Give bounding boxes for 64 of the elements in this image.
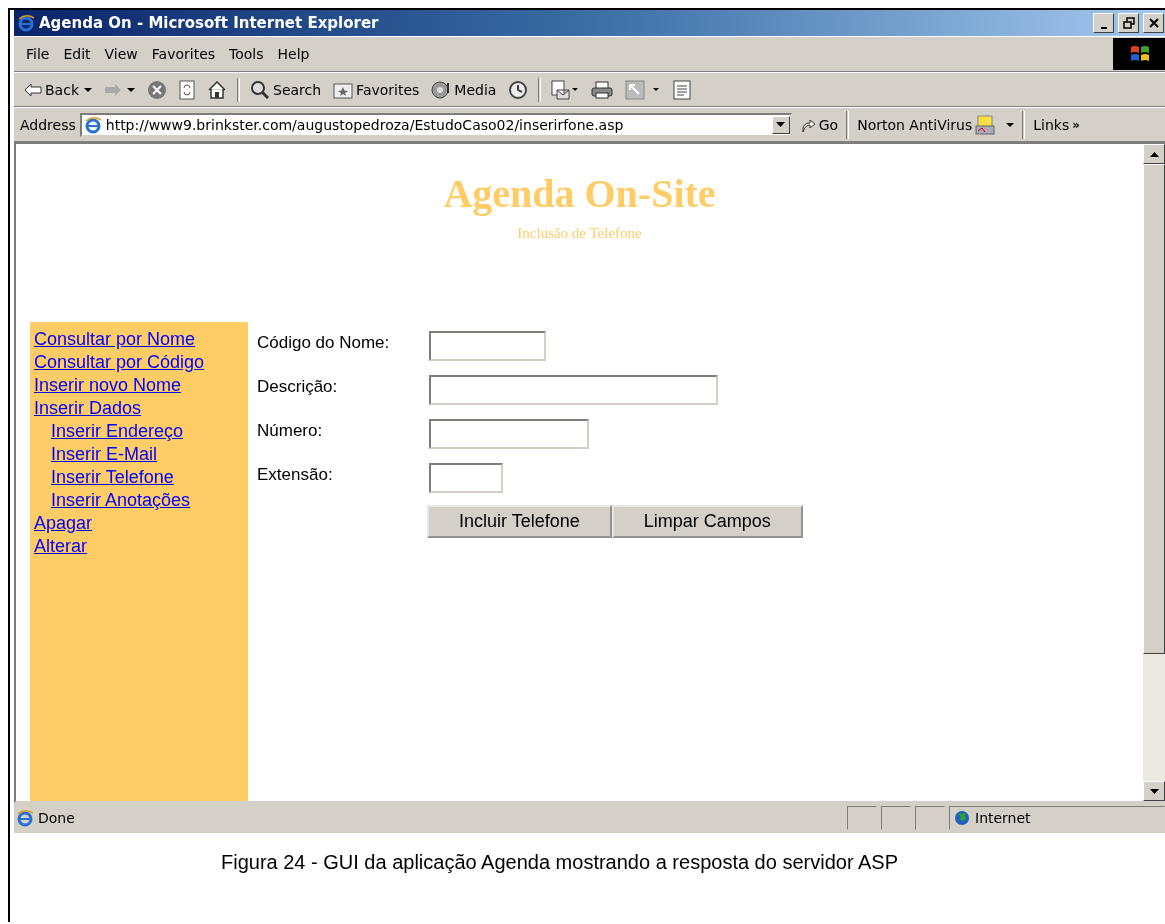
back-arrow-icon[interactable]: [24, 82, 42, 97]
field-label: Extensão:: [257, 464, 334, 485]
nav-link[interactable]: Consultar por Código: [34, 351, 205, 374]
field-label: Número:: [257, 420, 324, 441]
nav-link[interactable]: Apagar: [34, 512, 93, 535]
field-label: Código do Nome:: [257, 332, 391, 353]
clear-button[interactable]: Limpar Campos: [611, 505, 803, 538]
menu-item[interactable]: Favorites: [145, 42, 224, 66]
back-button[interactable]: Back: [20, 79, 96, 100]
text-input[interactable]: [429, 331, 546, 361]
minimize-icon: [1100, 27, 1107, 29]
menu-item[interactable]: Tools: [223, 42, 272, 66]
go-button[interactable]: Go: [795, 114, 843, 135]
menu-item[interactable]: Help: [271, 42, 318, 66]
dropdown-arrow-icon: [776, 122, 786, 127]
text-input[interactable]: [429, 463, 503, 493]
nav-link[interactable]: Consultar por Nome: [34, 328, 196, 351]
text-input[interactable]: [429, 375, 718, 405]
antivirus-icon: [975, 114, 996, 135]
close-button[interactable]: [1143, 13, 1164, 33]
status-pane: [915, 806, 945, 830]
zone-text: Internet: [975, 810, 1031, 826]
window-title: Agenda On - Microsoft Internet Explorer: [39, 14, 380, 32]
nav-link[interactable]: Inserir Anotações: [51, 489, 191, 512]
menu-item[interactable]: View: [98, 42, 146, 66]
address-field[interactable]: http://www9.brinkster.com/augustopedroza/EstudoCaso02/inserirfone.asp: [79, 112, 792, 137]
browser-logo-icon: [17, 14, 35, 32]
menu-item[interactable]: Edit: [57, 42, 99, 66]
nav-link[interactable]: Inserir novo Nome: [34, 374, 182, 397]
minimize-button[interactable]: [1093, 13, 1114, 33]
address-label: Address: [20, 116, 76, 133]
search-icon[interactable]: [250, 79, 270, 100]
nav-link[interactable]: Inserir Dados: [34, 397, 142, 420]
windows-logo-icon: [1129, 44, 1151, 64]
status-pane: [881, 806, 911, 830]
restore-icon: [1122, 17, 1135, 29]
page-title: Agenda On-Site: [443, 170, 716, 217]
status-pane: [847, 806, 877, 830]
scrollbar[interactable]: [1143, 144, 1165, 801]
media-button[interactable]: Media: [427, 77, 501, 102]
favorites-button[interactable]: Favorites: [329, 78, 424, 101]
go-arrow-icon: [799, 116, 816, 133]
nav-link[interactable]: Inserir E-Mail: [51, 443, 157, 466]
up-arrow-icon: [1149, 151, 1159, 157]
nav-link[interactable]: Alterar: [34, 535, 87, 558]
nav-link[interactable]: Inserir Telefone: [51, 466, 174, 489]
page-icon: [16, 809, 34, 827]
media-icon[interactable]: [431, 79, 452, 100]
antivirus-button[interactable]: Norton AntiVirus: [853, 112, 1019, 137]
globe-icon: [954, 810, 970, 826]
close-icon: [1147, 17, 1160, 29]
submit-button[interactable]: Incluir Telefone: [427, 505, 612, 538]
page-icon: [83, 115, 102, 134]
menu-item[interactable]: File: [20, 42, 58, 66]
figure-caption: Figura 24 - GUI da aplicação Agenda mostrando a resposta do servidor ASP: [220, 851, 899, 874]
status-text: Done: [38, 810, 76, 826]
down-arrow-icon: [1149, 788, 1159, 794]
text-input[interactable]: [429, 419, 589, 449]
page-subtitle: Inclusão de Telefone: [517, 225, 642, 242]
field-label: Descrição:: [257, 376, 339, 397]
nav-link[interactable]: Inserir Endereço: [51, 420, 184, 443]
star-folder-icon[interactable]: [333, 80, 354, 99]
restore-button[interactable]: [1118, 13, 1139, 33]
search-button[interactable]: Search: [246, 77, 326, 102]
